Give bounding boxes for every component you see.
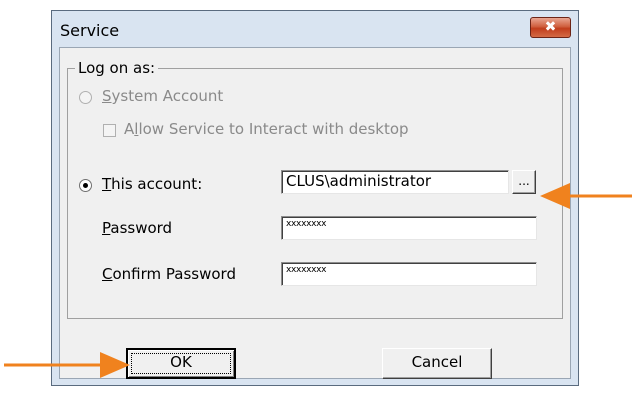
arrow-to-browse-button xyxy=(540,183,632,209)
annotation-arrows xyxy=(4,183,632,378)
arrow-to-ok-button xyxy=(4,352,130,378)
